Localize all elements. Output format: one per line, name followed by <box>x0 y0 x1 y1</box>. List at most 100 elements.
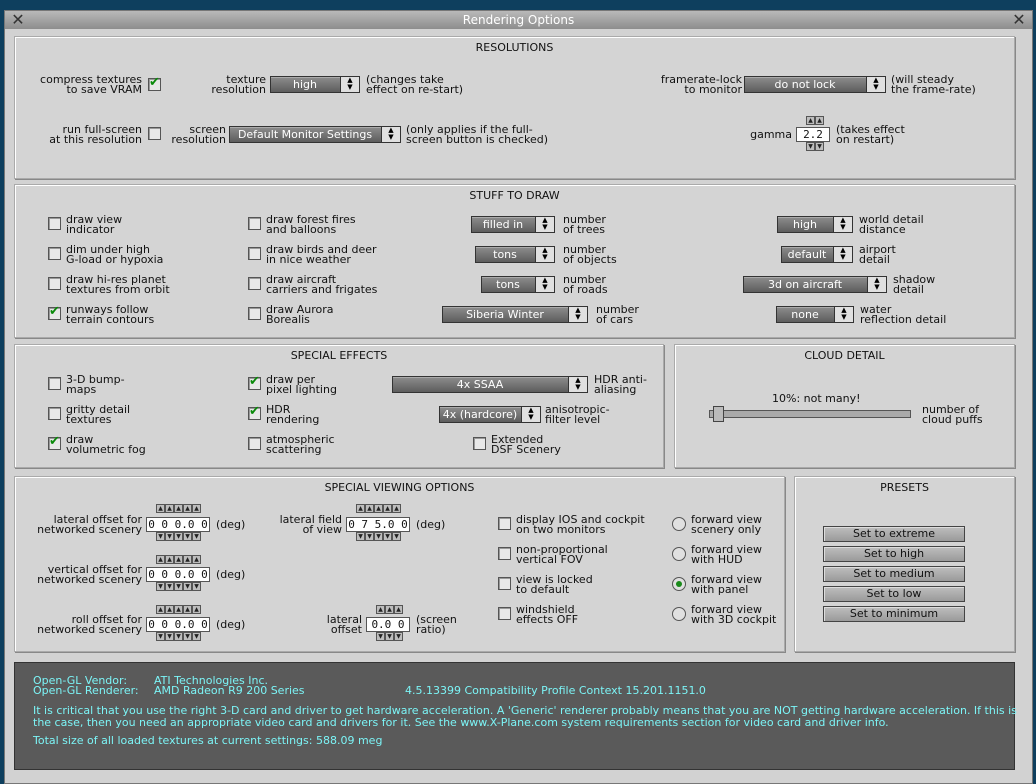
stuff-checkbox-0[interactable] <box>48 217 61 230</box>
roll-offset-down[interactable]: ▼ ▼ ▼ ▼ ▼ <box>156 632 201 641</box>
resolutions-title: RESOLUTIONS <box>475 41 554 54</box>
lateral-fov-unit: (deg) <box>416 518 446 531</box>
anisotropic-dropdown[interactable]: 4x (hardcore) ▲ ▼ <box>439 406 541 423</box>
lateral-offset-input[interactable]: 0 0 0.0 0 <box>146 517 210 532</box>
framerate-label: framerate-lock to monitor <box>660 73 742 96</box>
updown-icon: ▲ ▼ <box>521 407 540 422</box>
stuff-checkbox-label-5: draw birds and deer in nice weather <box>266 243 377 266</box>
stuff-mid-dropdown-1[interactable]: tons ▲ ▼ <box>475 246 555 263</box>
preset-button-1[interactable]: Set to high <box>823 546 965 562</box>
preset-button-4[interactable]: Set to minimum <box>823 606 965 622</box>
effects-checkbox-2[interactable]: ✔ <box>48 435 61 450</box>
title-bar[interactable]: Rendering Options ✕ ✕ <box>5 11 1032 29</box>
stuff-checkbox-5[interactable] <box>248 247 261 260</box>
effects-checkbox-5[interactable] <box>248 437 261 450</box>
viewing-checkbox-1[interactable] <box>498 547 511 560</box>
cloud-slider[interactable] <box>709 410 911 418</box>
vertical-offset-unit: (deg) <box>216 568 246 581</box>
lateral-fov-input[interactable]: 0 7 5.0 0 <box>346 517 410 532</box>
cloud-label: number of cloud puffs <box>922 403 983 426</box>
window-title: Rendering Options <box>462 13 575 27</box>
stuff-right-label-3: water reflection detail <box>860 303 947 326</box>
preset-button-0[interactable]: Set to extreme <box>823 526 965 542</box>
updown-icon: ▲ ▼ <box>568 377 587 392</box>
stuff-checkbox-4[interactable] <box>248 217 261 230</box>
close-icon[interactable]: ✕ <box>9 11 27 29</box>
stuff-checkbox-3[interactable]: ✔ <box>48 305 61 320</box>
preset-button-3[interactable]: Set to low <box>823 586 965 602</box>
viewing-checkbox-3[interactable] <box>498 607 511 620</box>
effects-checkbox-label-0: 3-D bump-maps <box>66 373 125 396</box>
texture-resolution-dropdown[interactable]: high ▲ ▼ <box>270 76 360 93</box>
viewing-checkbox-2[interactable] <box>498 577 511 590</box>
view-radio-0[interactable] <box>672 517 686 531</box>
stuff-mid-dropdown-2[interactable]: tons ▲ ▼ <box>481 276 555 293</box>
view-radio-3[interactable] <box>672 607 686 621</box>
preset-button-2[interactable]: Set to medium <box>823 566 965 582</box>
lateral-offset-down[interactable]: ▼ ▼ ▼ ▼ ▼ <box>156 532 201 541</box>
screen-note: (only applies if the full-screen button … <box>406 123 548 146</box>
view-radio-1[interactable] <box>672 547 686 561</box>
stuff-right-dropdown-0[interactable]: high ▲ ▼ <box>777 216 853 233</box>
gamma-up-spinner[interactable]: ▲ ▲ <box>806 116 824 125</box>
stuff-mid-dropdown-3[interactable]: Siberia Winter ▲ ▼ <box>442 306 588 323</box>
screen-resolution-dropdown[interactable]: Default Monitor Settings ▲ ▼ <box>229 126 401 143</box>
updown-icon: ▲ ▼ <box>535 217 554 232</box>
vertical-offset-up[interactable]: ▲ ▲ ▲ ▲ ▲ <box>156 555 201 564</box>
close-icon-right[interactable]: ✕ <box>1010 11 1028 29</box>
gamma-down-spinner[interactable]: ▼ ▼ <box>806 142 824 151</box>
stuff-checkbox-2[interactable] <box>48 277 61 290</box>
gamma-input[interactable]: 2.2 <box>796 127 830 142</box>
effects-checkbox-6[interactable] <box>473 437 486 450</box>
updown-icon: ▲ ▼ <box>867 277 886 292</box>
version-value: 4.5.13399 Compatibility Profile Context … <box>405 684 706 697</box>
stuff-title: STUFF TO DRAW <box>469 189 560 202</box>
lateral-fov-up[interactable]: ▲ ▲ ▲ ▲ ▲ <box>356 504 401 513</box>
stuff-checkbox-1[interactable] <box>48 247 61 260</box>
compress-checkbox[interactable]: ✔ <box>148 75 161 91</box>
stuff-right-label-1: airport detail <box>859 243 896 266</box>
warning-line-2: the case, then you need an appropriate v… <box>33 716 889 729</box>
framerate-dropdown[interactable]: do not lock ▲ ▼ <box>744 76 886 93</box>
view-radio-2[interactable] <box>672 577 686 591</box>
stuff-right-label-0: world detail distance <box>859 213 924 236</box>
vertical-offset-input[interactable]: 0 0 0.0 0 <box>146 567 210 582</box>
stuff-right-dropdown-1[interactable]: default ▲ ▼ <box>781 246 853 263</box>
effects-checkbox-1[interactable] <box>48 407 61 420</box>
roll-offset-up[interactable]: ▲ ▲ ▲ ▲ ▲ <box>156 605 201 614</box>
lateral-offset-up[interactable]: ▲ ▲ ▲ ▲ ▲ <box>156 504 201 513</box>
view-radio-label-1: forward view with HUD <box>691 543 763 566</box>
compress-label: compress textures to save VRAM <box>40 73 142 96</box>
lateral-fov-down[interactable]: ▼ ▼ ▼ ▼ ▼ <box>356 532 401 541</box>
lateral-offset2-down[interactable]: ▼ ▼ ▼ <box>376 632 403 641</box>
texture-label: texture resolution <box>211 73 266 96</box>
stuff-checkbox-label-7: draw Aurora Borealis <box>266 303 334 326</box>
lateral-offset2-input[interactable]: 0.0 0 <box>366 617 410 632</box>
effects-checkbox-4[interactable]: ✔ <box>248 405 261 420</box>
stuff-checkbox-7[interactable] <box>248 307 261 320</box>
textures-size: Total size of all loaded textures at cur… <box>33 734 383 747</box>
hdr-antialias-dropdown[interactable]: 4x SSAA ▲ ▼ <box>392 376 588 393</box>
effects-checkbox-0[interactable] <box>48 377 61 390</box>
renderer-label: Open-GL Renderer: <box>33 684 139 697</box>
fullscreen-checkbox[interactable] <box>148 127 161 140</box>
cloud-slider-thumb[interactable] <box>713 406 724 422</box>
lateral-offset2-up[interactable]: ▲ ▲ ▲ <box>376 605 403 614</box>
check-icon: ✔ <box>149 75 160 90</box>
vertical-offset-down[interactable]: ▼ ▼ ▼ ▼ ▼ <box>156 582 201 591</box>
roll-offset-input[interactable]: 0 0 0.0 0 <box>146 617 210 632</box>
check-icon: ✔ <box>249 374 260 389</box>
effects-checkbox-label-3: draw per pixel lighting <box>266 373 337 396</box>
stuff-checkbox-label-3: runways follow terrain contours <box>66 303 155 326</box>
stuff-checkbox-label-1: dim under high G-load or hypoxia <box>66 243 164 266</box>
stuff-mid-label-1: number of objects <box>563 243 617 266</box>
cloud-value-text: 10%: not many! <box>772 392 861 405</box>
lateral-offset2-label: lateral offset <box>326 613 362 636</box>
effects-checkbox-3[interactable]: ✔ <box>248 374 261 390</box>
texture-note: (changes take effect on re-start) <box>366 73 464 96</box>
stuff-right-dropdown-3[interactable]: none ▲ ▼ <box>776 306 854 323</box>
stuff-right-dropdown-2[interactable]: 3d on aircraft ▲ ▼ <box>743 276 887 293</box>
viewing-checkbox-0[interactable] <box>498 517 511 530</box>
stuff-mid-dropdown-0[interactable]: filled in ▲ ▼ <box>471 216 555 233</box>
stuff-checkbox-6[interactable] <box>248 277 261 290</box>
